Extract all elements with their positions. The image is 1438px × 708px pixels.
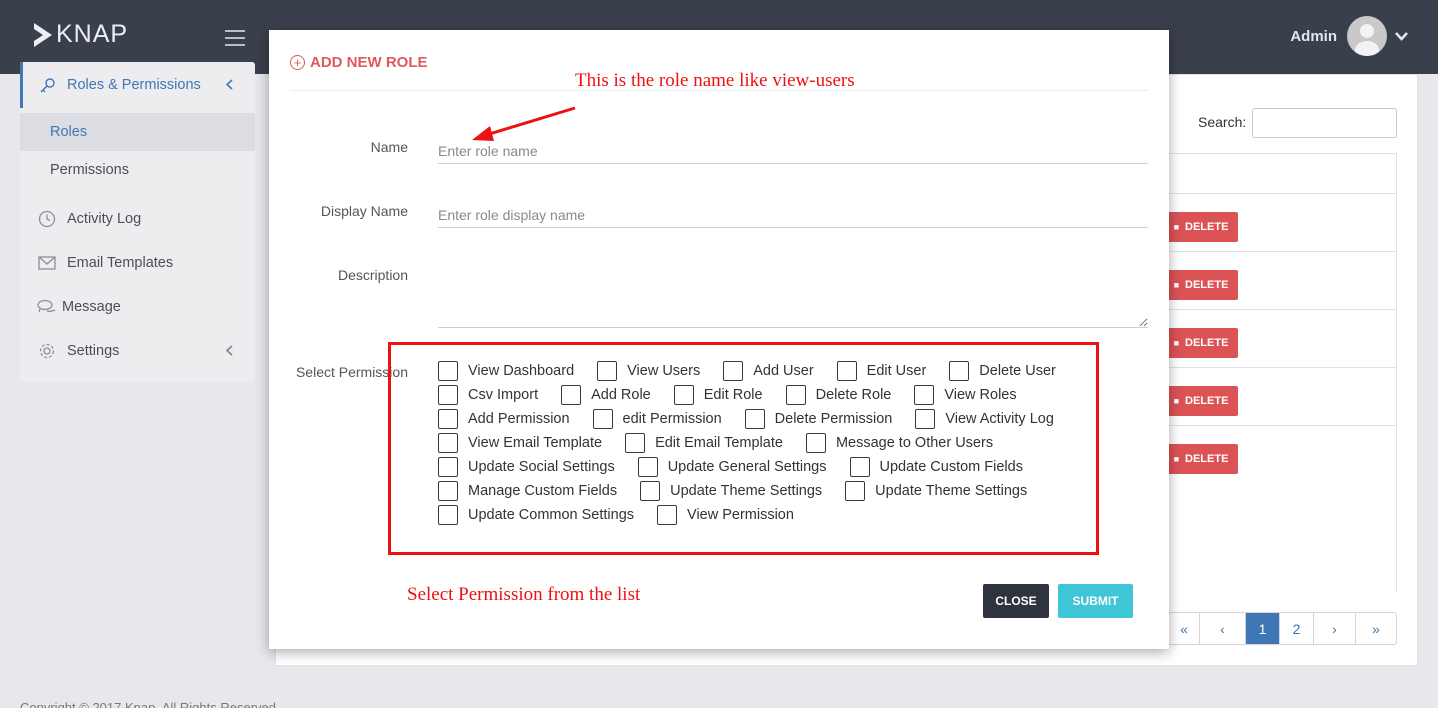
delete-button[interactable]: ■ DELETE — [1164, 444, 1238, 474]
pagination-last[interactable]: » — [1355, 613, 1396, 644]
sidebar-item-roles[interactable]: Roles — [20, 113, 255, 151]
modal-title: + ADD NEW ROLE — [290, 54, 428, 71]
sidebar-item-label: Message — [62, 299, 121, 315]
table-divider — [1168, 367, 1397, 368]
sidebar-item-label: Permissions — [50, 162, 129, 178]
table-divider — [1168, 425, 1397, 426]
annotation-arrow-icon — [472, 106, 576, 141]
pagination: « ‹ 1 2 › » — [1168, 612, 1397, 645]
description-label: Description — [337, 267, 408, 283]
display-name-label: Display Name — [320, 203, 408, 219]
key-icon — [37, 75, 57, 95]
envelope-icon — [37, 253, 57, 273]
chevron-left-icon — [225, 78, 233, 93]
delete-button[interactable]: ■ DELETE — [1164, 328, 1238, 358]
delete-button[interactable]: ■ DELETE — [1164, 212, 1238, 242]
sidebar-item-label: Email Templates — [67, 255, 174, 271]
trash-icon: ■ — [1173, 280, 1180, 290]
name-label: Name — [370, 139, 408, 155]
trash-icon: ■ — [1173, 396, 1180, 406]
chat-icon — [37, 297, 57, 317]
pagination-page-1[interactable]: 1 — [1245, 613, 1279, 644]
modal-title-text: ADD NEW ROLE — [310, 54, 428, 71]
sidebar: Roles & Permissions Roles Permissions Ac… — [20, 62, 255, 382]
chevron-down-icon — [1395, 28, 1408, 44]
sidebar-item-message[interactable]: Message — [20, 296, 255, 318]
annotation-role-name-note: This is the role name like view-users — [575, 70, 855, 91]
search-input[interactable] — [1252, 108, 1397, 138]
trash-icon: ■ — [1173, 338, 1180, 348]
pagination-page-2[interactable]: 2 — [1279, 613, 1313, 644]
footer-copyright: Copyright © 2017 Knap. All Rights Reserv… — [20, 700, 280, 708]
sidebar-item-email-templates[interactable]: Email Templates — [20, 252, 255, 274]
annotation-highlight-box — [388, 342, 1099, 555]
table-divider — [1168, 193, 1397, 194]
search-label: Search: — [1198, 114, 1247, 130]
user-menu[interactable]: Admin — [1290, 16, 1408, 56]
logo-icon — [34, 22, 52, 47]
sidebar-item-label: Settings — [67, 343, 120, 359]
sidebar-item-settings[interactable]: Settings — [20, 340, 255, 362]
delete-button[interactable]: ■ DELETE — [1164, 270, 1238, 300]
close-button[interactable]: CLOSE — [983, 584, 1049, 618]
logo[interactable]: KNAP — [32, 20, 128, 49]
logo-text: KNAP — [56, 20, 129, 48]
avatar — [1347, 16, 1387, 56]
menu-toggle-icon[interactable] — [225, 30, 245, 46]
sidebar-item-roles-permissions[interactable]: Roles & Permissions — [20, 74, 255, 96]
sidebar-item-permissions[interactable]: Permissions — [20, 151, 255, 189]
trash-icon: ■ — [1173, 454, 1180, 464]
pagination-prev[interactable]: ‹ — [1199, 613, 1245, 644]
trash-icon: ■ — [1173, 222, 1180, 232]
table-divider — [1168, 309, 1397, 310]
plus-circle-icon: + — [290, 55, 305, 70]
submit-button[interactable]: SUBMIT — [1058, 584, 1133, 618]
pagination-first[interactable]: « — [1169, 613, 1199, 644]
add-role-modal: + ADD NEW ROLE Name Display Name Descrip… — [269, 30, 1169, 649]
annotation-permission-note: Select Permission from the list — [407, 584, 641, 605]
clock-icon — [37, 209, 57, 229]
user-name: Admin — [1290, 27, 1337, 45]
sidebar-item-activity-log[interactable]: Activity Log — [20, 208, 255, 230]
chevron-left-icon — [225, 344, 233, 359]
pagination-next[interactable]: › — [1313, 613, 1355, 644]
sidebar-item-label: Roles & Permissions — [67, 77, 201, 93]
gear-icon — [37, 341, 57, 361]
display-name-input[interactable] — [438, 202, 1148, 228]
description-textarea[interactable] — [438, 266, 1148, 328]
delete-button[interactable]: ■ DELETE — [1164, 386, 1238, 416]
sidebar-item-label: Roles — [50, 124, 88, 140]
sidebar-item-label: Activity Log — [67, 211, 142, 227]
table-divider — [1168, 251, 1397, 252]
